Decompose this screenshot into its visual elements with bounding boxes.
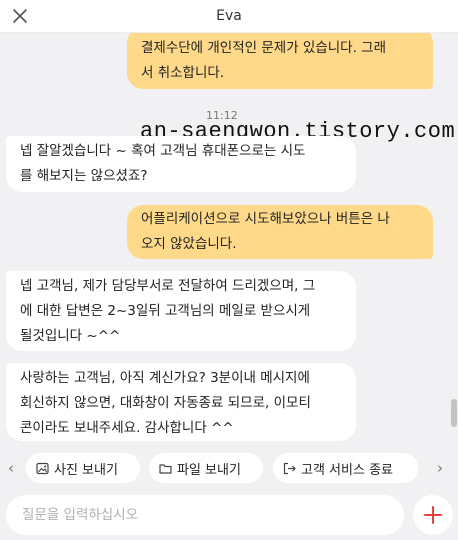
bot-message: 넵 잘알겠습니다 ~ 혹여 고객님 휴대폰으로는 시도 를 해보지는 않으셨죠? [6,136,356,192]
plus-icon [424,506,442,524]
bot-message: 넵 고객님, 제가 담당부서로 전달하여 드리겠으며, 그 에 대한 답변은 2… [6,271,356,351]
composer [0,490,458,540]
scroll-left-button[interactable]: ‹ [8,459,14,477]
send-file-button[interactable]: 파일 보내기 [149,453,263,483]
bot-message: 사랑하는 고객님, 아직 계신가요? 3분이내 메시지에 회신하지 않으면, 대… [6,363,356,441]
message-input[interactable] [6,495,404,535]
quick-action-bar: ‹ 사진 보내기 파일 보내기 고객 서비스 종료 › [0,450,458,486]
exit-icon [283,462,296,474]
folder-icon [159,463,172,474]
user-message: 결제수단에 개인적인 문제가 있습니다. 그래 서 취소합니다. [127,33,433,89]
chat-header: Eva [0,0,458,33]
scroll-right-button[interactable]: › [437,459,443,477]
end-service-label: 고객 서비스 종료 [301,462,393,478]
message-list[interactable]: 결제수단에 개인적인 문제가 있습니다. 그래 서 취소합니다. 11:12 a… [0,33,458,446]
send-photo-button[interactable]: 사진 보내기 [26,453,140,483]
user-message: 어플리케이션으로 시도해보았으나 버튼은 나 오지 않았습니다. [127,205,433,259]
chat-scrollbar[interactable] [448,33,458,446]
send-photo-label: 사진 보내기 [54,462,118,478]
end-service-button[interactable]: 고객 서비스 종료 [273,453,418,483]
send-file-label: 파일 보내기 [177,462,241,478]
add-attachment-button[interactable] [413,495,453,535]
image-icon [36,462,49,474]
scrollbar-thumb[interactable] [451,399,457,427]
chat-title: Eva [216,8,242,24]
